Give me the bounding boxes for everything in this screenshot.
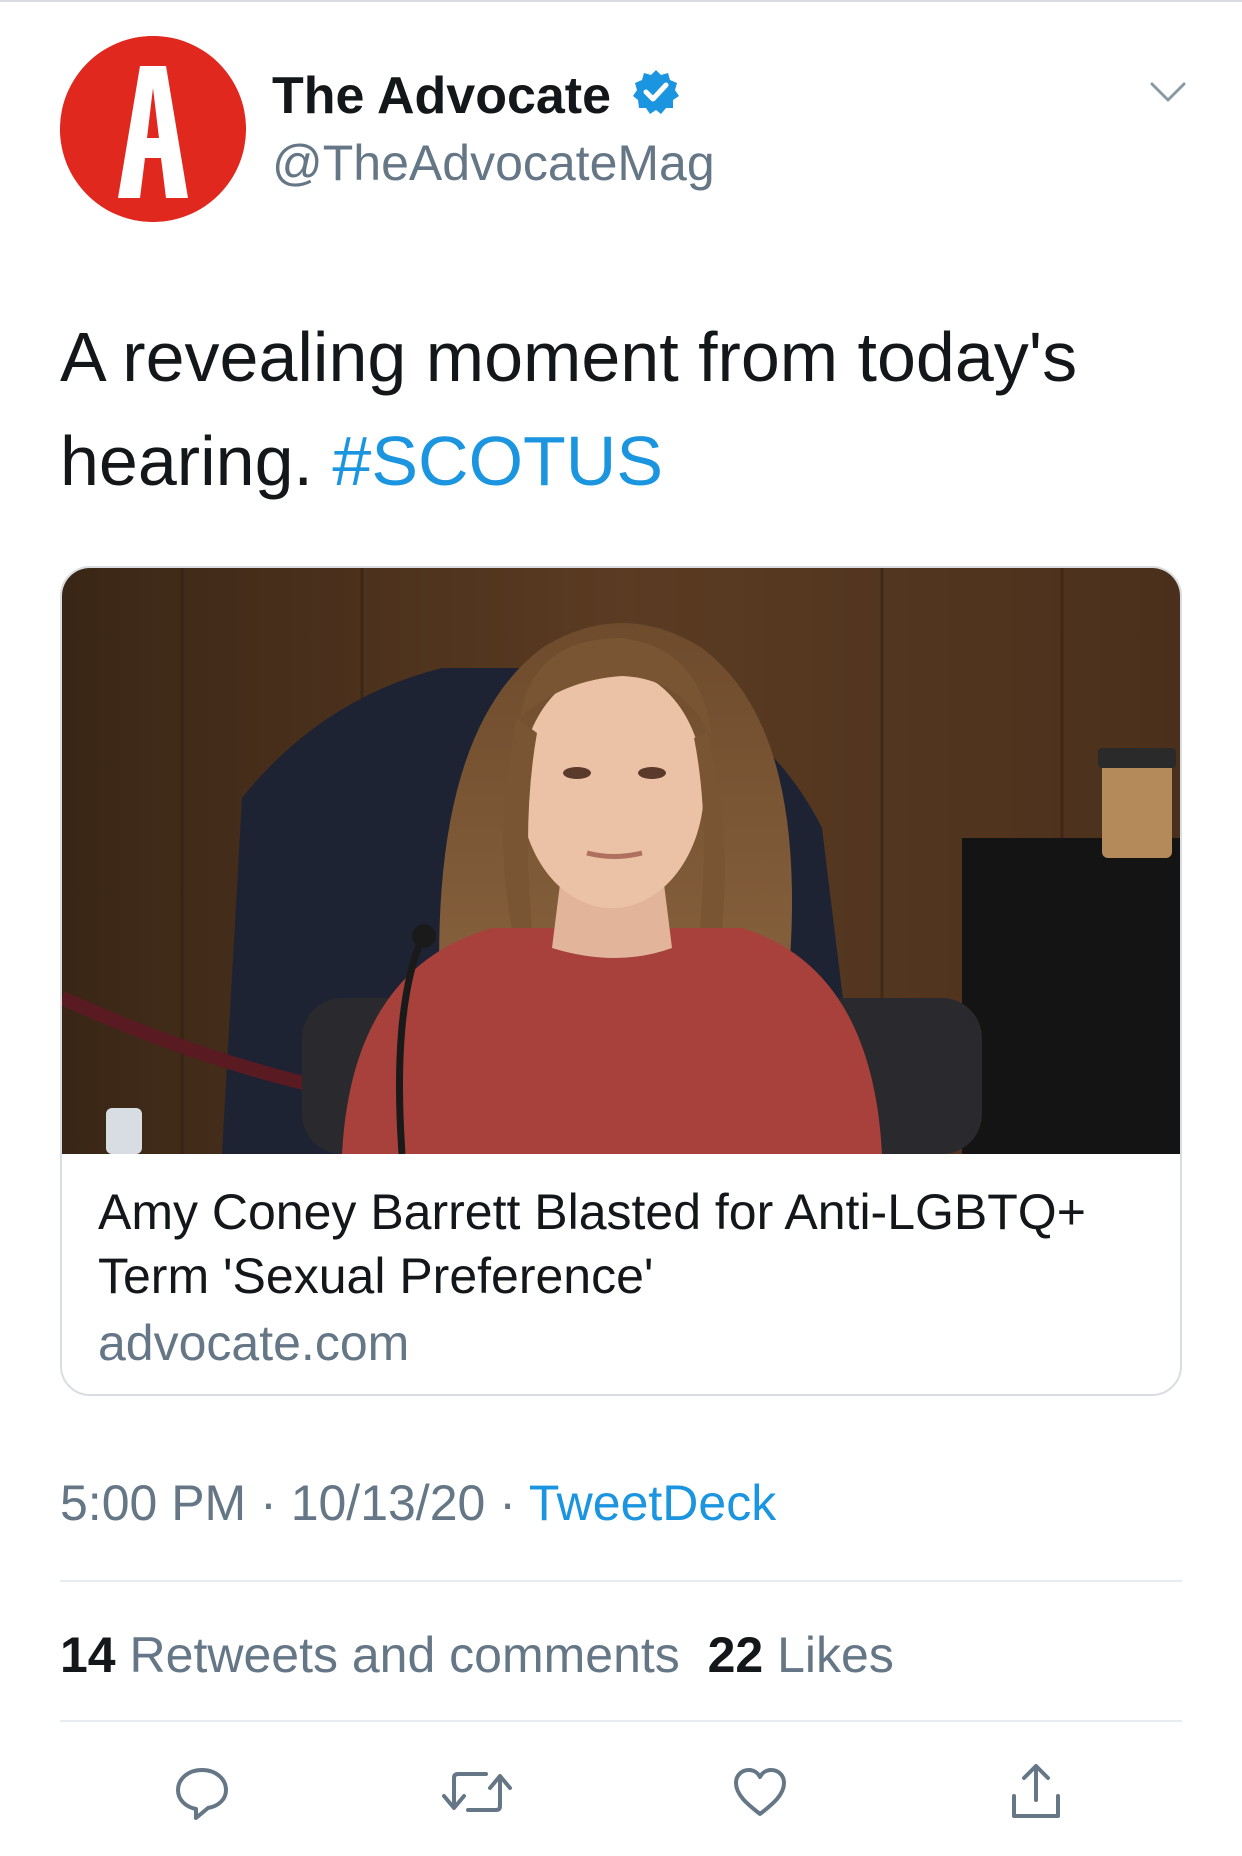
tweet-time[interactable]: 5:00 PM bbox=[60, 1475, 246, 1531]
tweet-meta: 5:00 PM · 10/13/20 · TweetDeck bbox=[60, 1474, 776, 1532]
verified-badge-icon bbox=[633, 70, 679, 114]
likes-stat[interactable]: 22 Likes bbox=[708, 1627, 894, 1683]
handle[interactable]: @TheAdvocateMag bbox=[272, 134, 715, 192]
card-image[interactable] bbox=[62, 568, 1180, 1154]
like-icon bbox=[734, 1768, 786, 1816]
hearing-photo-icon bbox=[62, 568, 1180, 1154]
link-card[interactable]: Amy Coney Barrett Blasted for Anti-LGBTQ… bbox=[60, 566, 1182, 1396]
share-icon bbox=[1012, 1764, 1060, 1818]
tweet-stats: 14 Retweets and comments 22 Likes bbox=[60, 1626, 894, 1684]
like-button[interactable] bbox=[730, 1762, 790, 1822]
chevron-down-icon[interactable] bbox=[1148, 78, 1188, 108]
tweet-source-link[interactable]: TweetDeck bbox=[529, 1475, 776, 1531]
card-title[interactable]: Amy Coney Barrett Blasted for Anti-LGBTQ… bbox=[98, 1180, 1138, 1308]
tweet-date[interactable]: 10/13/20 bbox=[291, 1475, 486, 1531]
likes-count: 22 bbox=[707, 1627, 764, 1683]
advocate-logo-icon bbox=[60, 36, 246, 222]
card-domain[interactable]: advocate.com bbox=[98, 1314, 409, 1372]
divider bbox=[60, 1580, 1182, 1582]
tweet: The Advocate @TheAdvocateMag A revealing… bbox=[0, 0, 1242, 1856]
reply-button[interactable] bbox=[172, 1762, 232, 1822]
retweets-stat[interactable]: 14 Retweets and comments bbox=[60, 1627, 680, 1683]
divider bbox=[60, 1720, 1182, 1722]
meta-separator: · bbox=[260, 1475, 277, 1531]
share-button[interactable] bbox=[1006, 1762, 1066, 1822]
retweet-icon bbox=[442, 1772, 512, 1812]
retweet-button[interactable] bbox=[440, 1762, 514, 1822]
retweets-count: 14 bbox=[60, 1627, 116, 1683]
tweet-text: A revealing moment from today's hearing.… bbox=[60, 305, 1190, 513]
retweets-label: Retweets and comments bbox=[129, 1627, 680, 1683]
likes-label: Likes bbox=[777, 1627, 894, 1683]
display-name[interactable]: The Advocate bbox=[272, 66, 611, 126]
meta-separator: · bbox=[499, 1475, 516, 1531]
avatar[interactable] bbox=[60, 36, 246, 222]
reply-icon bbox=[176, 1768, 228, 1820]
hashtag-link[interactable]: #SCOTUS bbox=[332, 422, 663, 500]
